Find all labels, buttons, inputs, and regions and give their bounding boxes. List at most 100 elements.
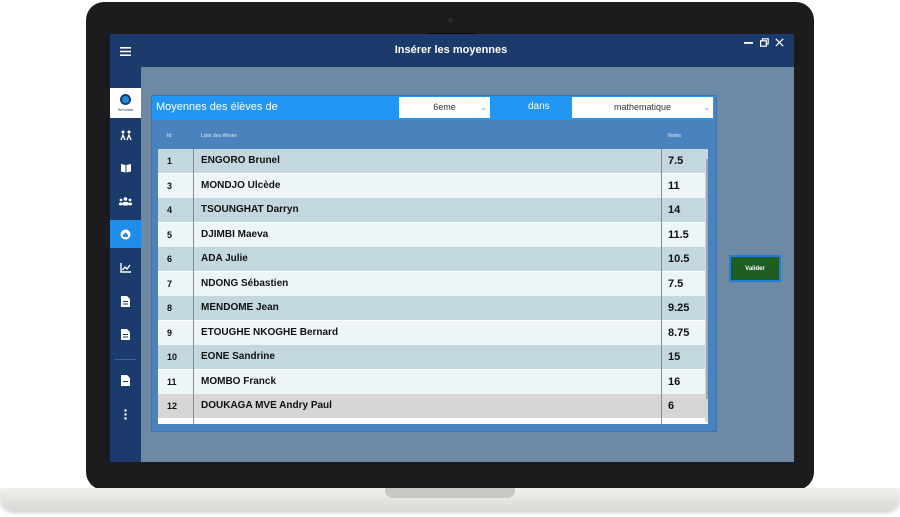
cell-note[interactable]: 6 bbox=[668, 394, 674, 418]
laptop-base-slot bbox=[385, 488, 515, 498]
column-divider bbox=[661, 149, 662, 424]
sidebar-item-home[interactable] bbox=[110, 220, 141, 248]
table-row[interactable]: 9 ETOUGHE NKOGHE Bernard 8.75 bbox=[158, 320, 706, 345]
subject-select[interactable]: mathematique ⌄ bbox=[572, 97, 713, 118]
cell-student-name: ADA Julie bbox=[201, 253, 248, 264]
class-select[interactable]: 6eme ⌄ bbox=[399, 97, 490, 118]
sidebar-divider bbox=[115, 359, 136, 360]
cell-id: 9 bbox=[167, 327, 173, 338]
table-row[interactable]: 1 ENGORO Brunel 7.5 bbox=[158, 149, 706, 173]
sidebar-item-statistics[interactable] bbox=[110, 254, 141, 282]
sidebar-item-report[interactable] bbox=[110, 287, 141, 315]
app-window: Scholars Insérer les moyennes Moyennes d… bbox=[110, 34, 794, 462]
cell-student-name: ENGORO Brunel bbox=[201, 155, 280, 166]
table-row[interactable]: 12 DOUKAGA MVE Andry Paul 6 bbox=[158, 394, 706, 418]
table-row[interactable]: 8 MENDOME Jean 9.25 bbox=[158, 296, 706, 320]
cell-id: 5 bbox=[167, 229, 173, 240]
cell-note[interactable]: 11 bbox=[668, 174, 680, 198]
subject-select-value: mathematique bbox=[613, 102, 672, 112]
sidebar: Scholars bbox=[110, 34, 141, 462]
column-header-notes: Notes bbox=[668, 133, 682, 139]
filter-bar: Moyennes des élèves de 6eme ⌄ dans mathe… bbox=[152, 96, 714, 120]
file-icon bbox=[121, 374, 130, 386]
logo-icon bbox=[120, 94, 131, 105]
column-divider bbox=[193, 149, 194, 424]
window-title: Insérer les moyennes bbox=[394, 44, 508, 56]
table-row[interactable]: 6 ADA Julie 10.5 bbox=[158, 247, 706, 271]
cell-student-name: TSOUNGHAT Darryn bbox=[201, 204, 299, 215]
scrollbar-thumb[interactable] bbox=[706, 159, 708, 399]
dans-label: dans bbox=[528, 101, 550, 112]
cell-id: 12 bbox=[167, 401, 178, 411]
table-row[interactable]: 5 DJIMBI Maeva 11.5 bbox=[158, 222, 706, 247]
close-icon bbox=[775, 38, 784, 47]
cell-student-name: MENDOME Jean bbox=[201, 302, 279, 313]
cell-id: 8 bbox=[167, 303, 173, 313]
cell-student-name: ETOUGHE NKOGHE Bernard bbox=[201, 326, 339, 338]
table-row[interactable]: 11 MOMBO Franck 16 bbox=[158, 369, 706, 394]
grades-table: Id Liste des élèves Notes 1 ENGORO Brunel… bbox=[158, 124, 708, 424]
logo-text: Scholars bbox=[117, 107, 134, 112]
camera-dot bbox=[448, 18, 453, 23]
cell-note[interactable]: 14 bbox=[668, 198, 680, 222]
group-icon bbox=[119, 196, 132, 205]
cell-student-name: MOMBO Franck bbox=[201, 375, 277, 387]
document-icon bbox=[121, 328, 130, 340]
sidebar-item-group[interactable] bbox=[110, 187, 141, 215]
cell-student-name: EONE Sandrine bbox=[201, 351, 275, 362]
table-row[interactable]: 3 MONDJO Ulcède 11 bbox=[158, 173, 706, 198]
chart-icon bbox=[119, 263, 131, 273]
cell-id: 6 bbox=[167, 254, 173, 264]
chevron-down-icon: ⌄ bbox=[703, 103, 710, 112]
document-icon bbox=[121, 295, 130, 307]
minimize-button[interactable] bbox=[744, 38, 753, 47]
close-button[interactable] bbox=[775, 38, 784, 47]
cell-id: 11 bbox=[167, 376, 177, 387]
cell-student-name: NDONG Sébastien bbox=[201, 277, 289, 289]
cell-note[interactable]: 16 bbox=[668, 370, 680, 394]
restore-icon bbox=[760, 38, 769, 47]
title-bar: Insérer les moyennes bbox=[141, 34, 794, 67]
more-vertical-icon bbox=[124, 408, 127, 420]
cell-id: 10 bbox=[167, 352, 178, 362]
cell-note[interactable]: 8.75 bbox=[668, 321, 689, 345]
home-icon bbox=[120, 229, 131, 239]
menu-button[interactable] bbox=[110, 37, 141, 65]
sidebar-item-book[interactable] bbox=[110, 154, 141, 182]
filter-label: Moyennes des élèves de bbox=[156, 101, 278, 113]
menu-icon bbox=[120, 46, 131, 56]
table-header: Id Liste des élèves Notes bbox=[158, 124, 708, 149]
sidebar-item-file[interactable] bbox=[110, 366, 141, 394]
cell-student-name: DJIMBI Maeva bbox=[201, 228, 269, 240]
restore-button[interactable] bbox=[760, 38, 769, 47]
cell-student-name: DOUKAGA MVE Andry Paul bbox=[201, 400, 332, 411]
chevron-down-icon: ⌄ bbox=[480, 103, 487, 112]
minimize-icon bbox=[744, 42, 753, 44]
main-content: Moyennes des élèves de 6eme ⌄ dans mathe… bbox=[141, 67, 794, 462]
table-row[interactable]: 7 NDONG Sébastien 7.5 bbox=[158, 271, 706, 296]
class-select-value: 6eme bbox=[433, 102, 456, 112]
sidebar-item-bulletin[interactable] bbox=[110, 320, 141, 348]
family-icon bbox=[119, 130, 132, 140]
cell-note[interactable]: 9.25 bbox=[668, 296, 689, 320]
sidebar-item-family[interactable] bbox=[110, 121, 141, 149]
cell-id: 7 bbox=[167, 278, 173, 289]
cell-note[interactable]: 7.5 bbox=[668, 272, 683, 296]
table-row[interactable]: 4 TSOUNGHAT Darryn 14 bbox=[158, 198, 706, 222]
cell-note[interactable]: 15 bbox=[668, 345, 680, 369]
table-row[interactable]: 10 EONE Sandrine 15 bbox=[158, 345, 706, 369]
column-header-id: Id bbox=[167, 133, 172, 139]
cell-note[interactable]: 10.5 bbox=[668, 247, 689, 271]
app-logo: Scholars bbox=[110, 88, 141, 118]
book-icon bbox=[120, 164, 131, 173]
table-scrollbar[interactable]: ▲ ▼ bbox=[705, 149, 708, 422]
cell-note[interactable]: 11.5 bbox=[668, 223, 689, 247]
column-header-students: Liste des élèves bbox=[201, 133, 237, 139]
cell-note[interactable]: 7.5 bbox=[668, 149, 683, 173]
cell-id: 3 bbox=[167, 180, 173, 191]
scroll-up-icon[interactable]: ▲ bbox=[705, 149, 708, 158]
cell-student-name: MONDJO Ulcède bbox=[201, 179, 281, 191]
valider-button[interactable]: Valider bbox=[729, 255, 781, 282]
sidebar-more-button[interactable] bbox=[110, 400, 141, 428]
scroll-down-icon[interactable]: ▼ bbox=[705, 413, 708, 422]
